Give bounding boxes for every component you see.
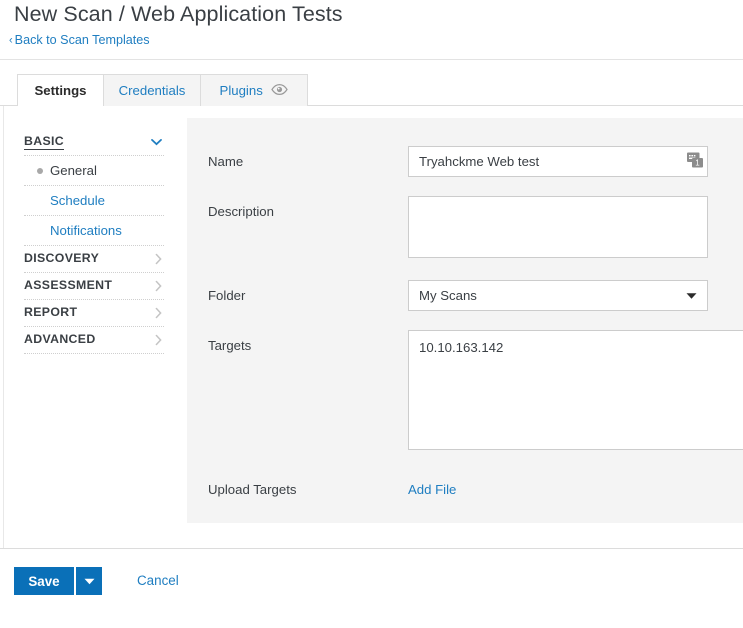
tab-bar: Settings Credentials Plugins (0, 74, 743, 107)
sidebar-group-advanced[interactable]: ADVANCED (24, 327, 164, 354)
name-field-label: Name (208, 154, 244, 169)
sidebar-group-basic[interactable]: BASIC (24, 129, 164, 156)
sidebar-group-assessment-label: ASSESSMENT (24, 278, 113, 292)
sidebar-group-basic-label: BASIC (24, 134, 65, 150)
chevron-right-icon (155, 334, 162, 346)
svg-text:1: 1 (695, 159, 700, 168)
tab-plugins[interactable]: Plugins (200, 74, 308, 106)
form-footer: Save Cancel (0, 549, 743, 628)
save-options-dropdown-button[interactable] (76, 567, 102, 595)
chevron-down-icon (151, 139, 162, 146)
scan-configuration-page: New Scan / Web Application Tests ‹ Back t… (0, 0, 743, 628)
sidebar-item-schedule[interactable]: Schedule (24, 186, 164, 216)
targets-field-label: Targets (208, 338, 252, 353)
back-to-scan-templates-link[interactable]: ‹ Back to Scan Templates (9, 33, 150, 47)
sidebar-item-notifications-label: Notifications (50, 223, 122, 238)
sidebar-group-discovery[interactable]: DISCOVERY (24, 246, 164, 273)
back-link-label: Back to Scan Templates (14, 33, 150, 47)
sidebar-group-discovery-label: DISCOVERY (24, 251, 100, 265)
tab-credentials-label: Credentials (118, 83, 186, 98)
general-settings-form: Name 1 Description Folder My Scans (187, 118, 743, 523)
targets-textarea[interactable] (408, 330, 743, 450)
description-textarea[interactable] (408, 196, 708, 258)
sidebar-item-general-label: General (50, 163, 97, 178)
chevron-left-icon: ‹ (9, 34, 13, 47)
chevron-right-icon (155, 280, 162, 292)
sidebar-item-schedule-label: Schedule (50, 193, 105, 208)
header-divider (0, 59, 743, 60)
sidebar-item-general[interactable]: General (24, 156, 164, 186)
active-bullet-icon (37, 167, 43, 174)
eye-icon (271, 75, 289, 106)
sidebar-group-report-label: REPORT (24, 305, 78, 319)
page-title: New Scan / Web Application Tests (14, 2, 343, 26)
panel-left-border (3, 106, 4, 548)
add-file-link[interactable]: Add File (408, 482, 456, 497)
tab-settings-label: Settings (34, 83, 87, 98)
description-field-label: Description (208, 204, 274, 219)
tab-plugins-label: Plugins (219, 83, 263, 98)
folder-select-value: My Scans (419, 288, 477, 303)
folder-select[interactable]: My Scans (408, 280, 708, 311)
tab-credentials[interactable]: Credentials (103, 74, 201, 106)
chevron-right-icon (155, 253, 162, 265)
page-header: New Scan / Web Application Tests ‹ Back t… (0, 0, 743, 60)
input-method-icon: 1 (686, 151, 706, 171)
upload-targets-label: Upload Targets (208, 482, 297, 497)
caret-down-icon (84, 578, 94, 584)
cancel-link[interactable]: Cancel (137, 573, 179, 588)
save-button[interactable]: Save (14, 567, 74, 595)
folder-field-label: Folder (208, 288, 246, 303)
sidebar-item-notifications[interactable]: Notifications (24, 216, 164, 246)
chevron-right-icon (155, 307, 162, 319)
settings-sidebar-nav: BASIC General Schedule Notifications DIS… (24, 129, 164, 354)
sidebar-group-assessment[interactable]: ASSESSMENT (24, 273, 164, 300)
sidebar-group-advanced-label: ADVANCED (24, 332, 96, 346)
caret-down-icon (686, 292, 697, 299)
sidebar-group-report[interactable]: REPORT (24, 300, 164, 327)
name-input[interactable] (408, 146, 708, 177)
tab-settings[interactable]: Settings (17, 74, 104, 107)
